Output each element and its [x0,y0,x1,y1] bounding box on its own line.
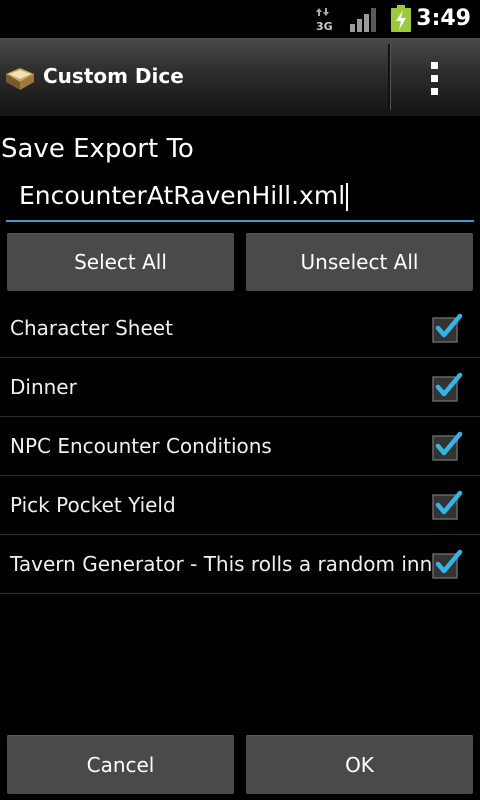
list-item[interactable]: Dinner [0,358,480,417]
ok-button[interactable]: OK [246,735,473,794]
list-item[interactable]: NPC Encounter Conditions [0,417,480,476]
list-item-label: Dinner [10,375,77,399]
save-export-label: Save Export To [1,134,194,164]
action-bar: Custom Dice [0,38,480,117]
signal-strength-icon [350,8,376,32]
filename-input[interactable]: EncounterAtRavenHill.xml [6,176,474,222]
filename-value: EncounterAtRavenHill.xml [19,181,346,210]
3g-data-icon: 3G [316,8,333,31]
overflow-dot-icon [431,88,438,95]
text-cursor [346,183,349,211]
select-all-button[interactable]: Select All [7,233,234,291]
network-type-label: 3G [316,20,333,31]
list-item-label: Tavern Generator - This rolls a random i… [10,552,433,576]
checkbox-checked-icon[interactable] [431,312,463,344]
list-item-label: Character Sheet [10,316,173,340]
cancel-button[interactable]: Cancel [7,735,234,794]
checkbox-checked-icon[interactable] [431,548,463,580]
status-time: 3:49 [416,6,471,31]
list-item-label: Pick Pocket Yield [10,493,176,517]
checkbox-checked-icon[interactable] [431,489,463,521]
overflow-dot-icon [431,62,438,69]
unselect-all-button[interactable]: Unselect All [246,233,473,291]
list-item[interactable]: Character Sheet [0,299,480,358]
app-book-icon[interactable] [4,62,36,92]
overflow-menu-button[interactable] [390,38,480,116]
list-item-label: NPC Encounter Conditions [10,434,272,458]
app-title: Custom Dice [43,64,184,88]
battery-charging-icon [391,5,411,32]
overflow-dot-icon [431,75,438,82]
checkbox-checked-icon[interactable] [431,371,463,403]
list-item[interactable]: Pick Pocket Yield [0,476,480,535]
status-bar: 3G 3:49 [0,0,480,38]
list-item[interactable]: Tavern Generator - This rolls a random i… [0,535,480,594]
checkbox-checked-icon[interactable] [431,430,463,462]
export-item-list: Character Sheet Dinner NPC Encounter Con… [0,299,480,594]
